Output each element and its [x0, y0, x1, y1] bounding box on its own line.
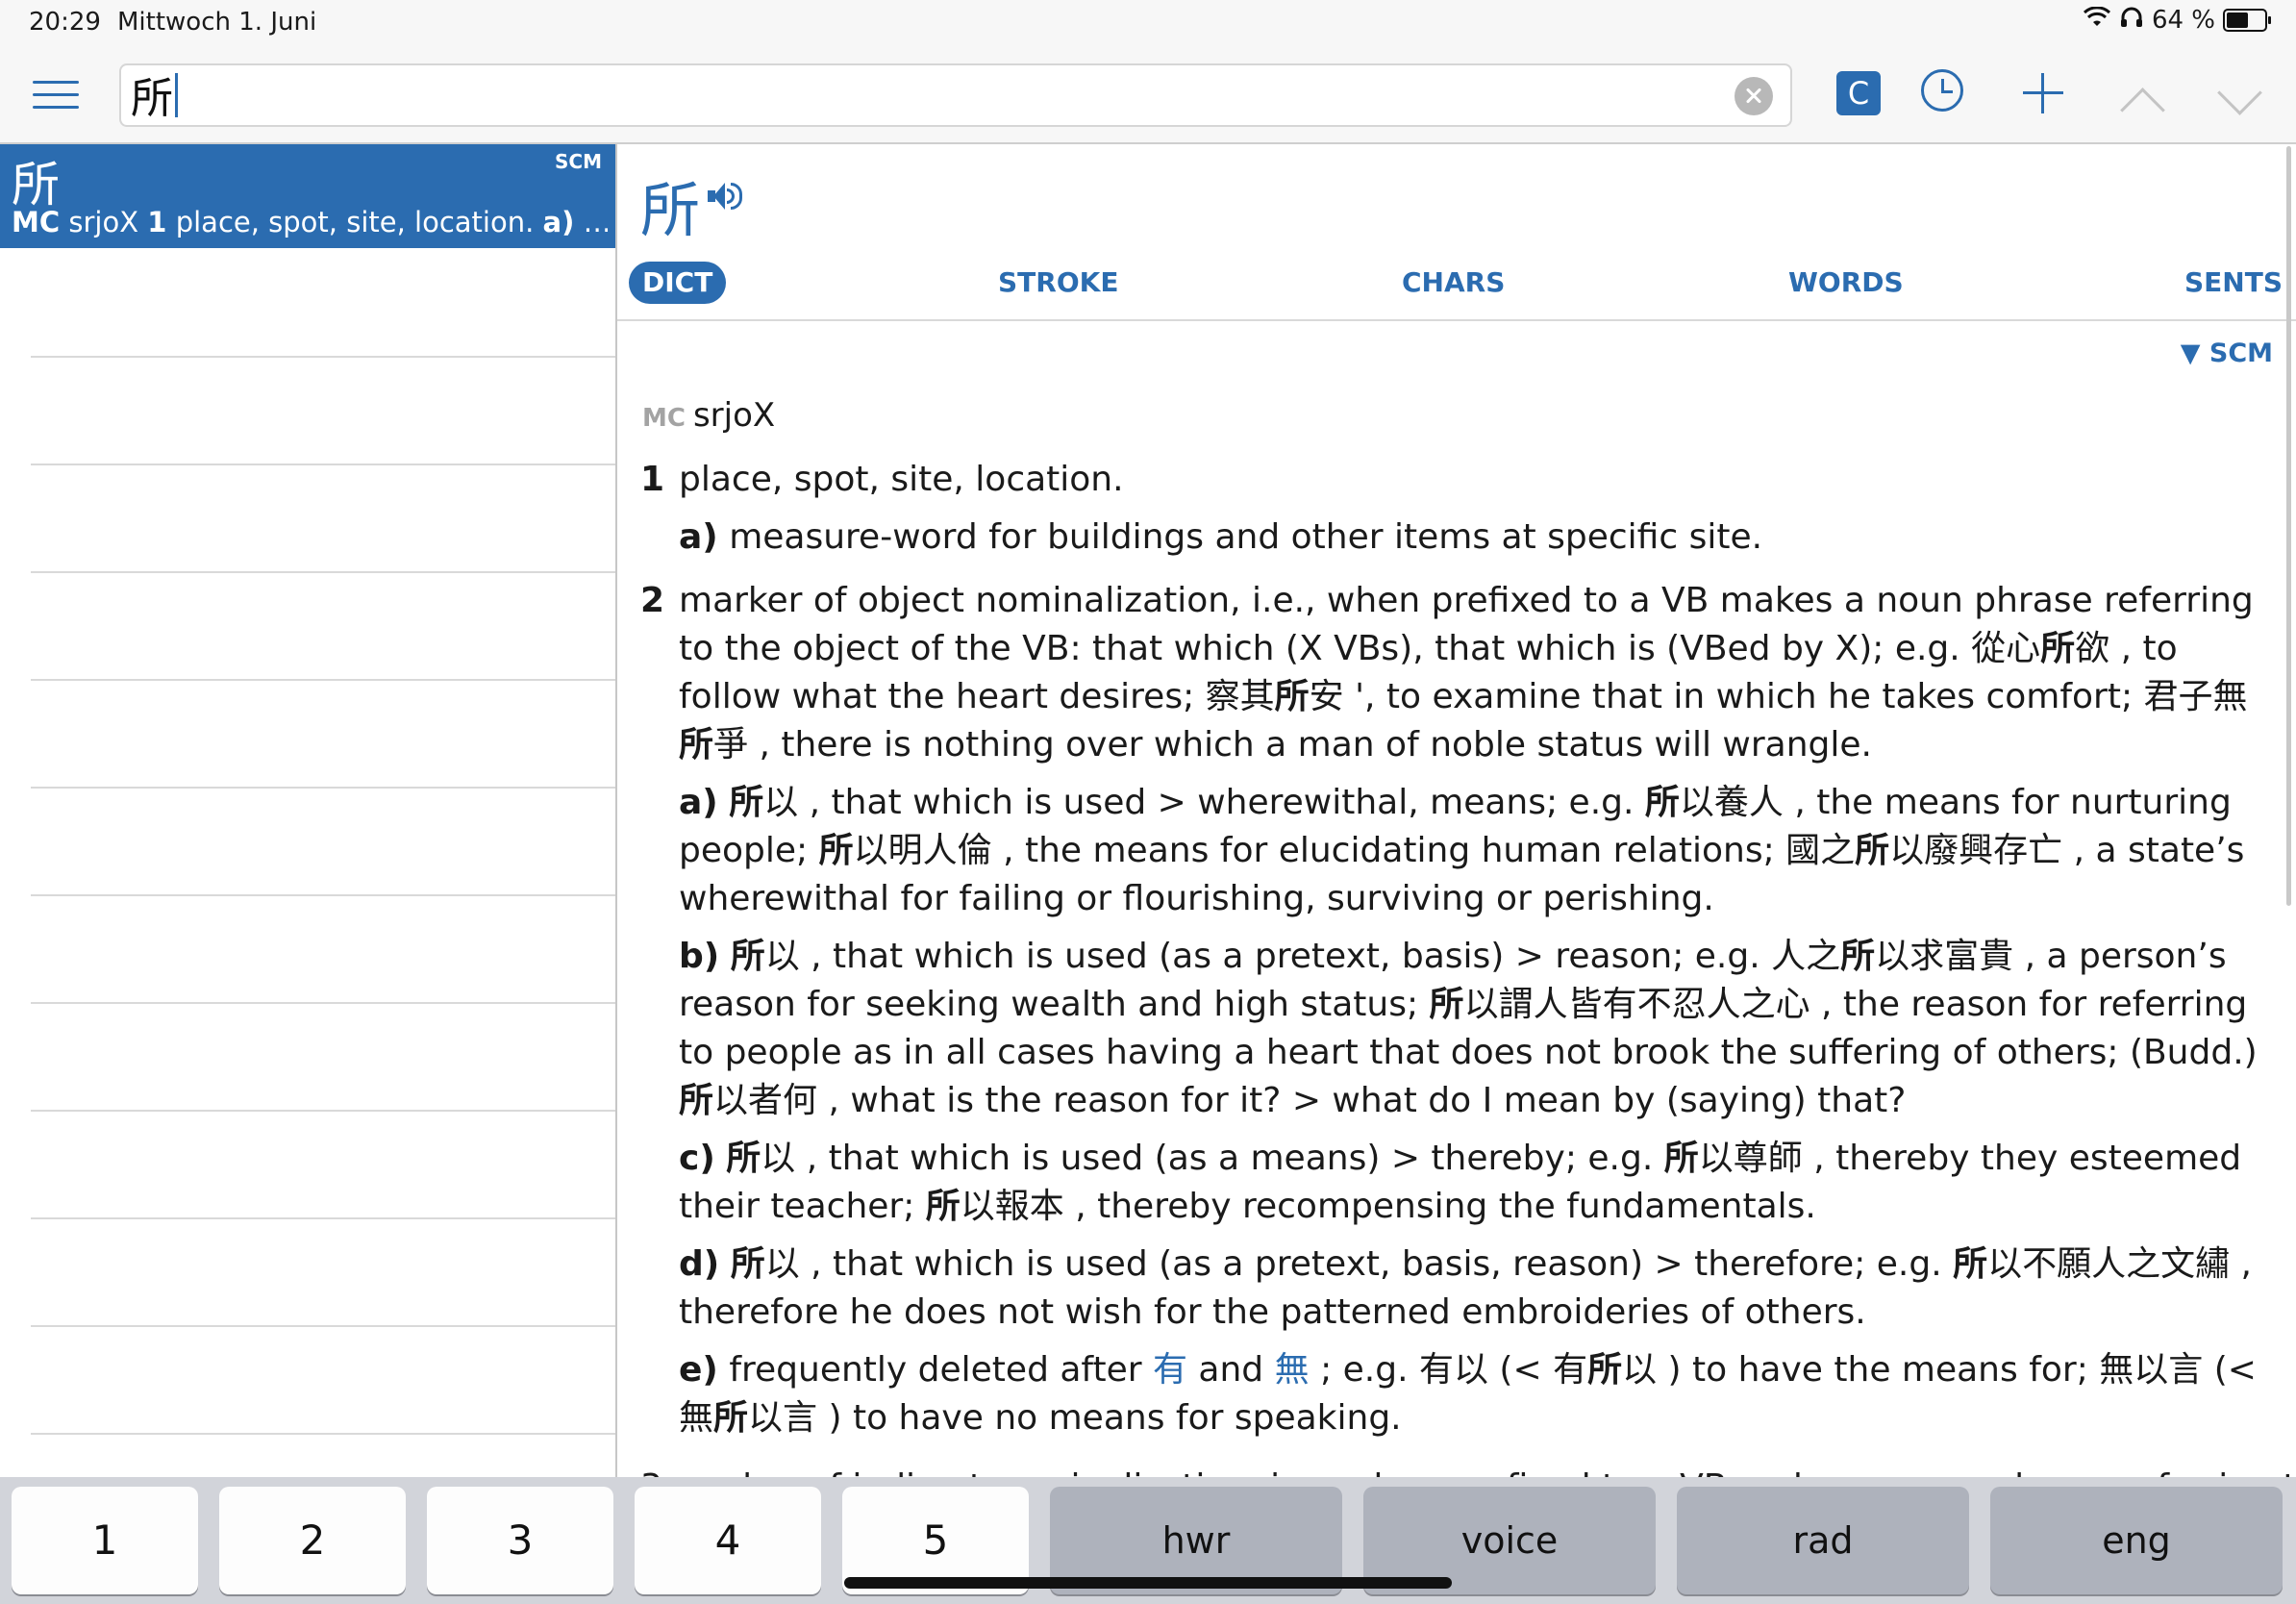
menu-icon[interactable] [33, 81, 79, 110]
add-plus-icon[interactable] [2023, 73, 2063, 113]
sense-1: 1 place, spot, site, location. [640, 460, 1124, 499]
list-separator [31, 1002, 615, 1004]
speaker-icon[interactable] [708, 181, 746, 212]
key-english[interactable]: eng [1990, 1487, 2283, 1594]
result-summary: MC srjoX 1 place, spot, site, location. … [12, 206, 608, 238]
status-bar: 20:29 Mittwoch 1. Juni 64 % [0, 0, 2296, 46]
list-separator [31, 894, 615, 896]
clear-search-icon[interactable] [1734, 77, 1773, 115]
list-separator [31, 464, 615, 465]
result-item-selected[interactable]: 所 SCM MC srjoX 1 place, spot, site, loca… [0, 144, 615, 248]
tab-chars[interactable]: CHARS [1402, 262, 1505, 304]
key-1[interactable]: 1 [12, 1487, 198, 1594]
list-separator [31, 1325, 615, 1327]
toolbar: C [0, 46, 2296, 144]
link-you[interactable]: 有 [1153, 1350, 1187, 1390]
result-source-badge: SCM [555, 150, 602, 173]
key-2[interactable]: 2 [219, 1487, 406, 1594]
battery-percent: 64 % [2151, 6, 2215, 35]
key-3[interactable]: 3 [427, 1487, 613, 1594]
sense-2: 2 marker of object nominalization, i.e.,… [640, 581, 2254, 764]
sense-2d: d) 所以 , that which is used (as a pretext… [679, 1244, 2252, 1332]
battery-icon [2223, 9, 2271, 32]
tab-dict[interactable]: DICT [629, 262, 727, 304]
status-date: Mittwoch 1. Juni [117, 8, 317, 37]
scroll-indicator[interactable] [2286, 146, 2291, 906]
tab-words[interactable]: WORDS [1788, 262, 1904, 304]
list-separator [31, 571, 615, 573]
entry-pane: 所 DICT STROKE CHARS WORDS SENTS ▼ SCM MC… [617, 144, 2296, 1477]
wifi-icon [2083, 6, 2111, 35]
list-separator [31, 356, 615, 358]
key-radical[interactable]: rad [1677, 1487, 1969, 1594]
list-separator [31, 787, 615, 789]
list-separator [31, 679, 615, 681]
search-input[interactable] [131, 69, 1708, 119]
list-separator [31, 1110, 615, 1112]
entry-headword: 所 [640, 175, 701, 245]
result-list: 所 SCM MC srjoX 1 place, spot, site, loca… [0, 144, 617, 1477]
sense-2b: b) 所以 , that which is used (as a pretext… [679, 937, 2258, 1120]
text-caret [175, 73, 178, 117]
source-toggle[interactable]: ▼ SCM [2181, 338, 2273, 368]
tab-sents[interactable]: SENTS [2184, 262, 2283, 304]
character-set-button[interactable]: C [1836, 71, 1881, 115]
middle-chinese-line: MC srjoX [642, 396, 776, 435]
sense-2e: e) frequently deleted after 有 and 無 ; e.… [679, 1350, 2257, 1438]
entry-tabs: DICT STROKE CHARS WORDS SENTS [617, 262, 2296, 321]
chevron-up-icon[interactable] [2120, 88, 2165, 133]
headphones-icon [2119, 6, 2144, 35]
sense-3-partial: 3 marker of indirect nominalization, i.e… [640, 1464, 2296, 1477]
sense-2c: c) 所以 , that which is used (as a means) … [679, 1139, 2242, 1226]
list-separator [31, 1217, 615, 1219]
key-4[interactable]: 4 [635, 1487, 821, 1594]
history-clock-icon[interactable] [1921, 69, 1963, 112]
chevron-down-icon[interactable] [2217, 70, 2262, 115]
status-time: 20:29 [29, 8, 101, 37]
home-indicator[interactable] [844, 1577, 1452, 1589]
status-right: 64 % [2083, 6, 2271, 35]
list-separator [31, 1433, 615, 1435]
sense-1a: a) measure-word for buildings and other … [679, 517, 1763, 557]
sense-2a: a) 所以 , that which is used > wherewithal… [679, 783, 2245, 918]
link-wu[interactable]: 無 [1275, 1350, 1310, 1390]
search-box[interactable] [119, 63, 1792, 127]
tab-stroke[interactable]: STROKE [998, 262, 1118, 304]
